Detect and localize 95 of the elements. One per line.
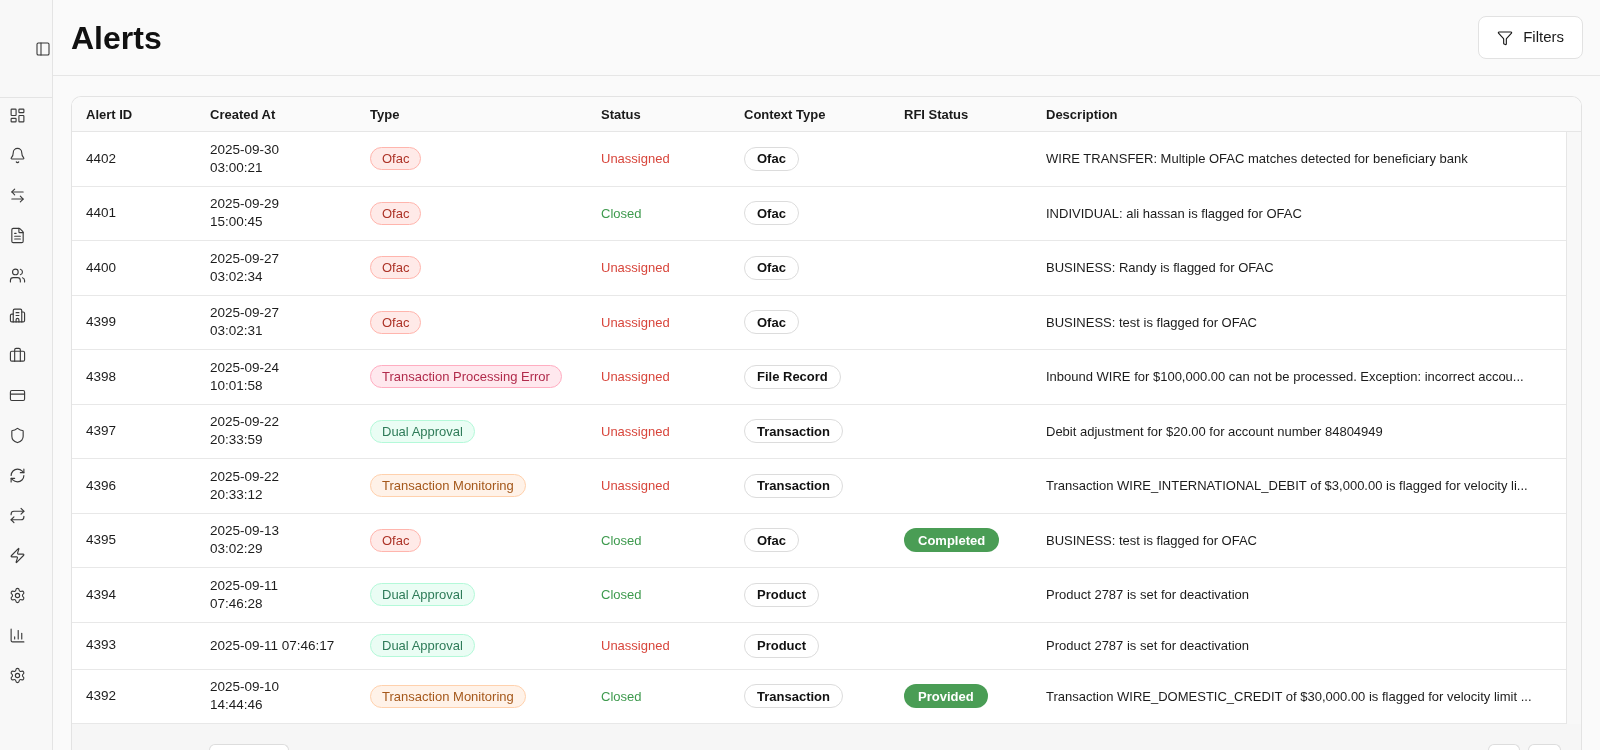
context-type-badge: Ofac [744,255,799,280]
type-badge: Dual Approval [370,419,475,443]
filter-icon [1497,29,1514,46]
status-text: Unassigned [601,423,670,439]
type-badge: Transaction Monitoring [370,684,526,708]
type-badge: Dual Approval [370,634,475,657]
created-at: 2025-09-11 07:46:17 [210,636,335,655]
status-text: Unassigned [601,369,670,384]
column-header: Description [1046,107,1118,122]
context-type-badge: Product [744,582,820,607]
alert-id: 4397 [86,423,117,439]
status-text: Closed [601,532,642,548]
context-type-badge: Transaction [744,473,843,498]
context-type-badge: Transaction [744,419,843,444]
filters-button[interactable]: Filters [1478,16,1583,59]
description-text: INDIVIDUAL: ali hassan is flagged for OFAC [1046,205,1302,221]
alert-id: 4398 [86,368,117,384]
type-badge: Dual Approval [370,583,475,607]
description-text: Transaction WIRE_DOMESTIC_CREDIT of $30,000.00 is flagged for velocity limit ... [1046,688,1532,704]
type-badge: Ofac [370,310,422,334]
column-header: Context Type [744,107,826,122]
bar-chart-icon[interactable] [9,627,26,644]
type-badge: Ofac [370,147,422,171]
context-type-badge: Ofac [744,201,799,226]
settings-icon[interactable] [9,587,26,604]
status-text: Closed [601,205,642,221]
column-header: Status [601,107,641,122]
alert-id: 4399 [86,314,117,330]
status-text: Closed [601,688,642,704]
alert-id: 4394 [86,586,117,602]
page-title: Alerts [71,21,162,54]
alert-id: 4392 [86,688,117,704]
shield-icon[interactable] [9,427,26,444]
context-type-badge: Ofac [744,310,799,335]
created-at: 2025-09-10 14:44:46 [210,678,280,714]
description-text: Product 2787 is set for deactivation [1046,587,1250,602]
alert-id: 4396 [86,477,117,493]
context-type-badge: Product [744,633,820,658]
column-header: Created At [210,107,276,122]
alert-id: 4395 [86,532,117,548]
building-icon[interactable] [9,307,26,324]
alert-id: 4400 [86,259,117,275]
column-header: RFI Status [904,107,969,122]
column-header: Alert ID [86,107,133,122]
context-type-badge: Ofac [744,528,799,553]
description-text: Transaction WIRE_INTERNATIONAL_DEBIT of $3,000.00 is flagged for velocity li... [1046,478,1528,493]
status-text: Unassigned [601,260,670,275]
status-text: Unassigned [601,151,670,166]
users-icon[interactable] [9,267,26,284]
created-at: 2025-09-22 20:33:12 [210,467,280,504]
type-badge: Transaction Processing Error [370,365,562,389]
refresh-icon[interactable] [9,467,26,484]
type-badge: Ofac [370,528,422,552]
context-type-badge: Transaction [744,684,843,709]
type-badge: Ofac [370,201,422,225]
bell-icon[interactable] [9,147,26,164]
rfi-status-badge: Completed [904,528,1000,553]
lightning-icon[interactable] [9,547,26,564]
description-text: WIRE TRANSFER: Multiple OFAC matches detected for beneficiary bank [1046,151,1468,166]
created-at: 2025-09-22 20:33:59 [210,413,280,449]
rfi-status-badge: Provided [904,684,988,709]
description-text: Debit adjustment for $20.00 for account number 84804949 [1046,423,1383,439]
repeat-icon[interactable] [9,507,26,524]
created-at: 2025-09-29 15:00:45 [210,195,280,231]
created-at: 2025-09-13 03:02:29 [210,522,280,558]
created-at: 2025-09-30 03:00:21 [210,140,280,177]
alert-id: 4401 [86,205,117,221]
briefcase-icon[interactable] [9,347,26,364]
dashboard-grid-icon[interactable] [9,107,26,124]
type-badge: Ofac [370,256,422,280]
status-text: Unassigned [601,314,670,330]
status-text: Closed [601,587,642,602]
credit-card-icon[interactable] [9,387,26,404]
alert-id: 4393 [86,637,117,653]
document-icon[interactable] [9,227,26,244]
created-at: 2025-09-24 10:01:58 [210,358,280,395]
description-text: Inbound WIRE for $100,000.00 can not be processed. Exception: incorrect accou... [1046,369,1524,384]
context-type-badge: File Record [744,364,841,389]
scrollbar-track[interactable] [1566,132,1581,724]
settings-icon[interactable] [9,667,26,684]
description-text: Product 2787 is set for deactivation [1046,637,1250,653]
description-text: BUSINESS: Randy is flagged for OFAC [1046,260,1274,275]
context-type-badge: Ofac [744,146,799,171]
created-at: 2025-09-27 03:02:31 [210,304,280,340]
status-text: Unassigned [601,478,670,493]
column-header: Type [370,107,400,122]
type-badge: Transaction Monitoring [370,474,526,498]
description-text: BUSINESS: test is flagged for OFAC [1046,314,1257,330]
created-at: 2025-09-11 07:46:28 [210,576,279,613]
description-text: BUSINESS: test is flagged for OFAC [1046,532,1257,548]
status-text: Unassigned [601,637,670,653]
panel-toggle-icon[interactable] [35,40,51,57]
created-at: 2025-09-27 03:02:34 [210,249,280,286]
swap-arrows-icon[interactable] [9,187,26,204]
alert-id: 4402 [86,150,117,166]
